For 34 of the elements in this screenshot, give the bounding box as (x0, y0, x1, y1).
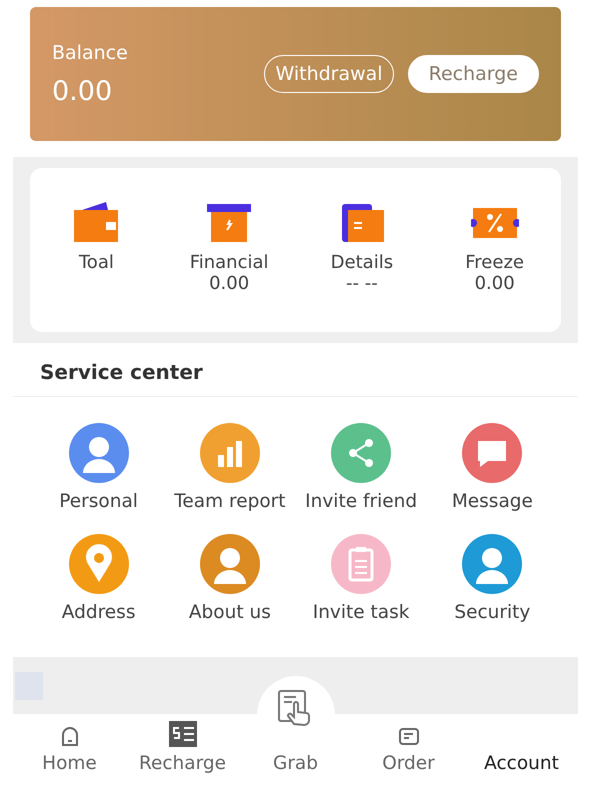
person-icon[interactable] (200, 534, 260, 594)
clipboard-icon[interactable] (331, 534, 392, 594)
service-label[interactable]: Invite task (312, 602, 410, 623)
chart-icon[interactable] (200, 423, 260, 483)
stat-value: 0.00 (209, 273, 250, 294)
share-icon[interactable] (331, 423, 392, 483)
nav-tab[interactable]: Grab (239, 753, 352, 790)
stat-label: Financial (190, 252, 269, 273)
nav-tab[interactable]: Account (465, 714, 578, 790)
balance-label: Balance (52, 42, 128, 64)
service-label[interactable]: Personal (59, 491, 138, 512)
service-label[interactable]: Team report (174, 491, 286, 512)
nav-tab[interactable]: Order (352, 714, 465, 790)
section-title: Service center (13, 343, 578, 397)
stat-value: 0.00 (474, 273, 515, 294)
person-icon[interactable] (68, 423, 129, 483)
service-label[interactable]: Address (62, 602, 136, 623)
bill-icon (168, 719, 198, 749)
nav-tab[interactable]: Home (13, 714, 126, 790)
wallet-icon (72, 200, 120, 244)
stat-value: -- -- (346, 273, 378, 294)
service-label[interactable]: Invite friend (305, 491, 418, 512)
service-label[interactable]: About us (188, 602, 271, 623)
stat-label: Toal (78, 252, 114, 273)
service-label[interactable]: Security (454, 602, 530, 623)
stat-label: Freeze (465, 252, 524, 273)
nav-tab[interactable]: Recharge (126, 714, 239, 790)
recharge-button[interactable]: Recharge (408, 55, 539, 93)
person-icon[interactable] (462, 534, 522, 594)
stat-label: Details (330, 252, 394, 273)
chat-icon[interactable] (462, 423, 522, 483)
pin-icon[interactable] (68, 534, 129, 594)
service-label[interactable]: Message (452, 491, 533, 512)
balance-amount: 0.00 (52, 76, 114, 106)
